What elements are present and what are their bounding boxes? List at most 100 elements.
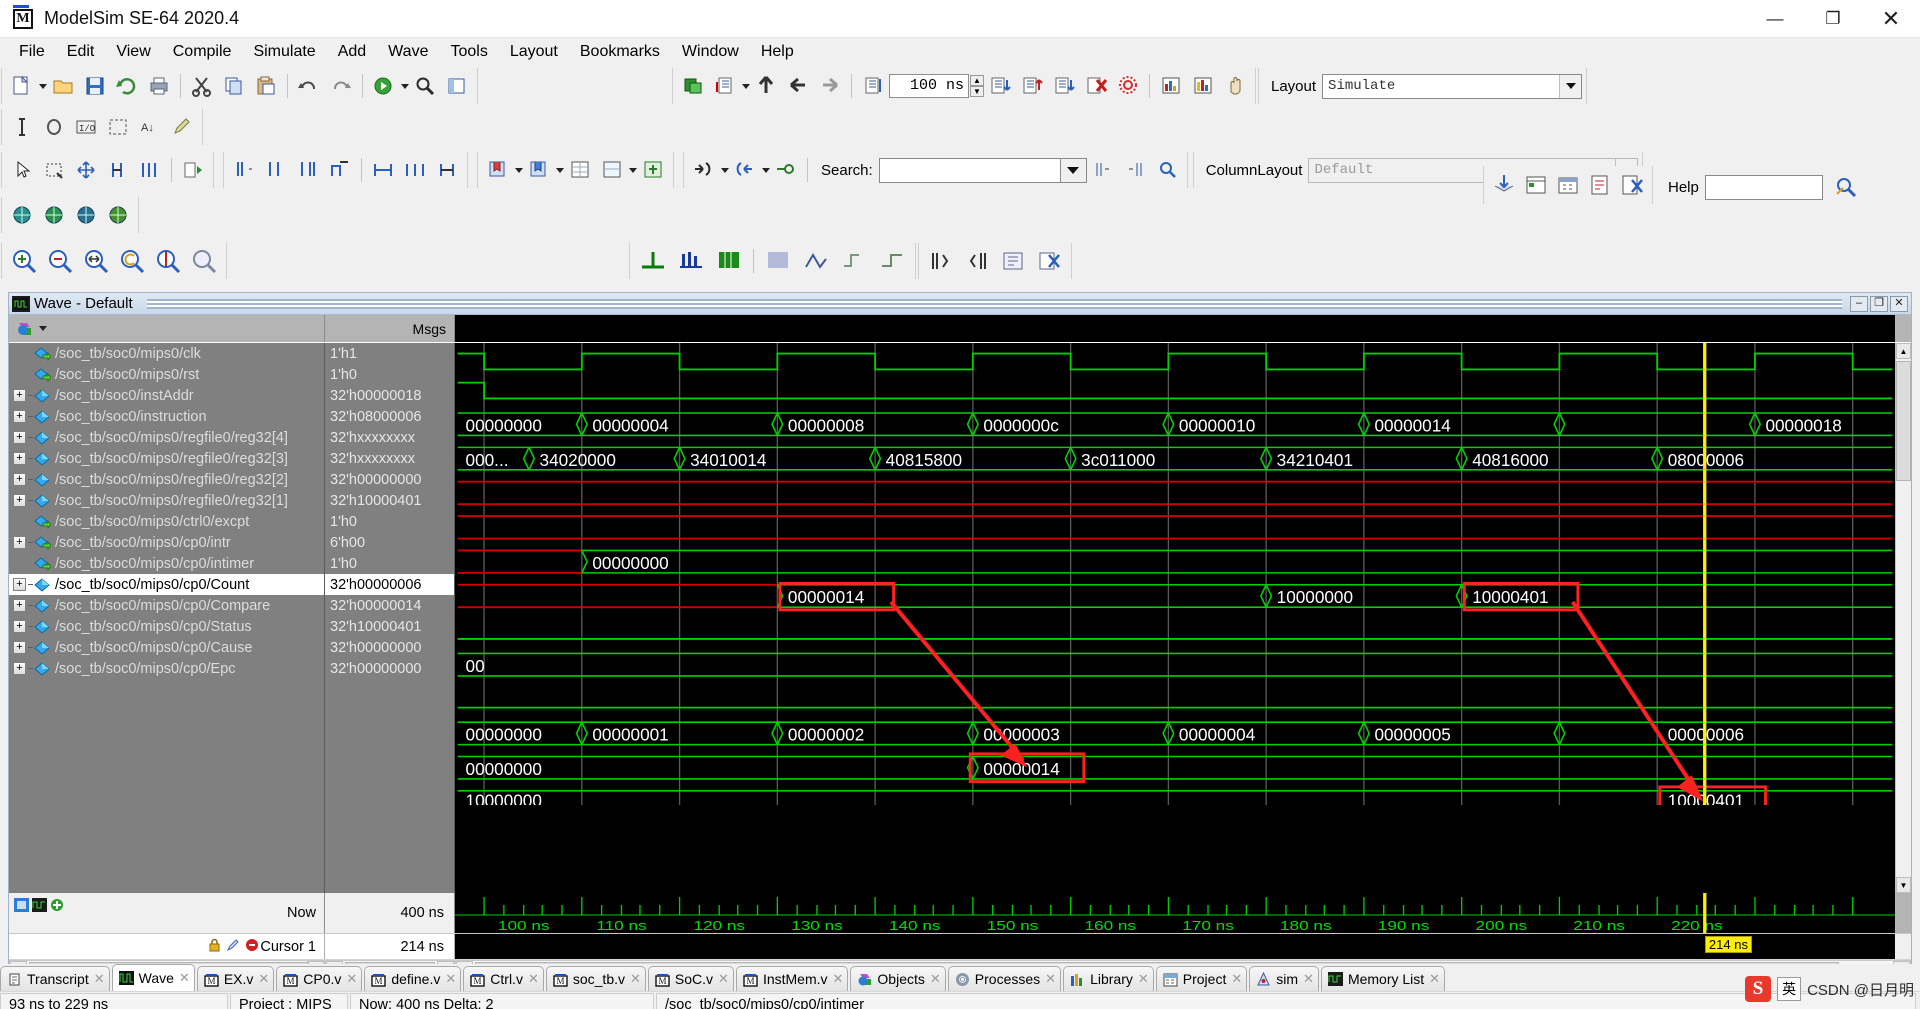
format-icon[interactable]	[103, 112, 133, 142]
zoom-range2-icon[interactable]	[187, 244, 221, 278]
zoom-mode-icon[interactable]	[39, 155, 69, 185]
layout-combo[interactable]: Simulate	[1322, 73, 1583, 99]
zoom-out-icon[interactable]	[43, 244, 77, 278]
run-icon[interactable]	[710, 71, 740, 101]
wave-window-grip[interactable]	[146, 298, 1842, 309]
tab-close-icon[interactable]: ✕	[1231, 971, 1242, 987]
zoom-fit-icon[interactable]	[79, 244, 113, 278]
zoom-in-icon[interactable]	[7, 244, 41, 278]
minimize-button[interactable]: —	[1746, 0, 1804, 38]
delete-cursor-icon[interactable]	[245, 938, 260, 952]
signal-row[interactable]: + /soc_tb/soc0/mips0/cp0/intr	[9, 532, 324, 553]
wave-vertical-scrollbar[interactable]: ▲ ▼	[1895, 343, 1911, 893]
new-file-dropdown-icon[interactable]	[39, 83, 47, 89]
cut-icon[interactable]	[187, 71, 217, 101]
tab-close-icon[interactable]: ✕	[258, 971, 269, 987]
tab-close-icon[interactable]: ✕	[630, 971, 641, 987]
search-input[interactable]	[878, 157, 1061, 183]
compare-prev-icon[interactable]	[924, 244, 958, 278]
wave-restore-button[interactable]: ❐	[1870, 295, 1888, 312]
run-wave-icon[interactable]	[178, 155, 208, 185]
lock-icon[interactable]	[207, 938, 222, 952]
reload-icon[interactable]	[112, 71, 142, 101]
measure-icon[interactable]	[103, 155, 133, 185]
undo-icon[interactable]	[294, 71, 324, 101]
signal-row[interactable]: +/soc_tb/soc0/mips0/clk	[9, 343, 324, 364]
wave-minimize-button[interactable]: –	[1850, 295, 1868, 312]
waveform-canvas[interactable]: 00000000 00000004 00000008 0000000c 0000…	[455, 343, 1895, 893]
collapse-time-dropdown-icon[interactable]	[762, 167, 770, 173]
dataset-browse-icon[interactable]	[1521, 170, 1551, 200]
tab-processes[interactable]: Processes ✕	[947, 966, 1062, 991]
compare-clear-icon[interactable]	[1032, 244, 1066, 278]
format-bars-icon[interactable]	[673, 244, 709, 278]
maximize-button[interactable]: ❐	[1804, 0, 1862, 38]
step-over-icon[interactable]	[1017, 71, 1047, 101]
continue-run-icon[interactable]	[751, 71, 781, 101]
signal-row[interactable]: + /soc_tb/soc0/mips0/regfile0/reg32[4]	[9, 427, 324, 448]
menu-edit[interactable]: Edit	[56, 40, 106, 64]
break-icon[interactable]	[858, 71, 888, 101]
wave-prop1-icon[interactable]	[7, 200, 37, 230]
signal-row[interactable]: +/soc_tb/soc0/mips0/ctrl0/excpt	[9, 511, 324, 532]
zoom-range-icon[interactable]	[400, 155, 430, 185]
signal-row[interactable]: + /soc_tb/soc0/mips0/regfile0/reg32[1]	[9, 490, 324, 511]
measure-multi-icon[interactable]	[135, 155, 165, 185]
dataset-report-icon[interactable]	[1585, 170, 1615, 200]
names-column-dropdown-icon[interactable]	[39, 326, 47, 331]
tab-close-icon[interactable]: ✕	[1138, 971, 1149, 987]
tab-close-icon[interactable]: ✕	[445, 971, 456, 987]
cursor-link-icon[interactable]	[14, 898, 29, 912]
expand-time-icon[interactable]	[689, 155, 719, 185]
collapse-time-icon[interactable]	[730, 155, 760, 185]
zoom-last-icon[interactable]	[115, 244, 149, 278]
search-options-icon[interactable]	[1152, 155, 1182, 185]
dataset-calendar-icon[interactable]	[1553, 170, 1583, 200]
format-interp-icon[interactable]	[798, 244, 834, 278]
menu-window[interactable]: Window	[671, 40, 750, 64]
signal-row[interactable]: +/soc_tb/soc0/mips0/cp0/intimer	[9, 553, 324, 574]
tab-close-icon[interactable]: ✕	[930, 971, 941, 987]
select-mode-icon[interactable]	[7, 155, 37, 185]
tab-soc-tb-v[interactable]: Msoc_tb.v ✕	[545, 966, 646, 991]
format-step2-icon[interactable]	[874, 244, 910, 278]
signal-row[interactable]: + /soc_tb/soc0/mips0/cp0/Compare	[9, 595, 324, 616]
expand-icon[interactable]: +	[13, 494, 26, 507]
expand-icon[interactable]: +	[13, 473, 26, 486]
tab-memory-list[interactable]: Memory List ✕	[1320, 966, 1446, 991]
help-search-input[interactable]	[1704, 174, 1823, 200]
tab-close-icon[interactable]: ✕	[1303, 971, 1314, 987]
tab-objects[interactable]: Objects ✕	[850, 966, 946, 991]
step-icon[interactable]	[815, 71, 845, 101]
cursor-wave-icon[interactable]	[32, 898, 47, 912]
open-icon[interactable]	[48, 71, 78, 101]
sort-az-icon[interactable]: A↓	[135, 112, 165, 142]
edit-signal-icon[interactable]	[167, 112, 197, 142]
scroll-thumb[interactable]	[1896, 361, 1911, 481]
expand-all-time-icon[interactable]	[771, 155, 801, 185]
bookmark-dropdown-icon[interactable]	[515, 167, 523, 173]
zoom-cursor2-icon[interactable]	[151, 244, 185, 278]
menu-wave[interactable]: Wave	[377, 40, 439, 64]
run-all-icon[interactable]	[783, 71, 813, 101]
signal-row[interactable]: + /soc_tb/soc0/mips0/cp0/Status	[9, 616, 324, 637]
run-length-input[interactable]: 100 ns	[889, 74, 969, 98]
expand-time-dropdown-icon[interactable]	[721, 167, 729, 173]
expand-icon[interactable]: +	[13, 410, 26, 423]
menu-bookmarks[interactable]: Bookmarks	[569, 40, 671, 64]
signal-row[interactable]: + /soc_tb/soc0/mips0/regfile0/reg32[3]	[9, 448, 324, 469]
expand-icon[interactable]: +	[13, 578, 26, 591]
find-prev-transition-icon[interactable]	[325, 155, 355, 185]
run-length-spinner[interactable]: ▲ ▼	[970, 75, 984, 97]
tab-close-icon[interactable]: ✕	[1429, 971, 1440, 987]
signal-row[interactable]: + /soc_tb/soc0/instAddr	[9, 385, 324, 406]
cursor-pen-icon[interactable]	[226, 938, 241, 952]
expand-icon[interactable]: +	[13, 641, 26, 654]
zoom-full-icon[interactable]	[368, 155, 398, 185]
format-literal-icon[interactable]	[635, 244, 671, 278]
column-layout-icon[interactable]	[442, 71, 472, 101]
dataset-close-icon[interactable]	[1617, 170, 1647, 200]
lock-cursor-icon[interactable]	[293, 155, 323, 185]
signal-row[interactable]: + /soc_tb/soc0/mips0/cp0/Epc	[9, 658, 324, 679]
memory-profile-icon[interactable]	[1188, 71, 1218, 101]
